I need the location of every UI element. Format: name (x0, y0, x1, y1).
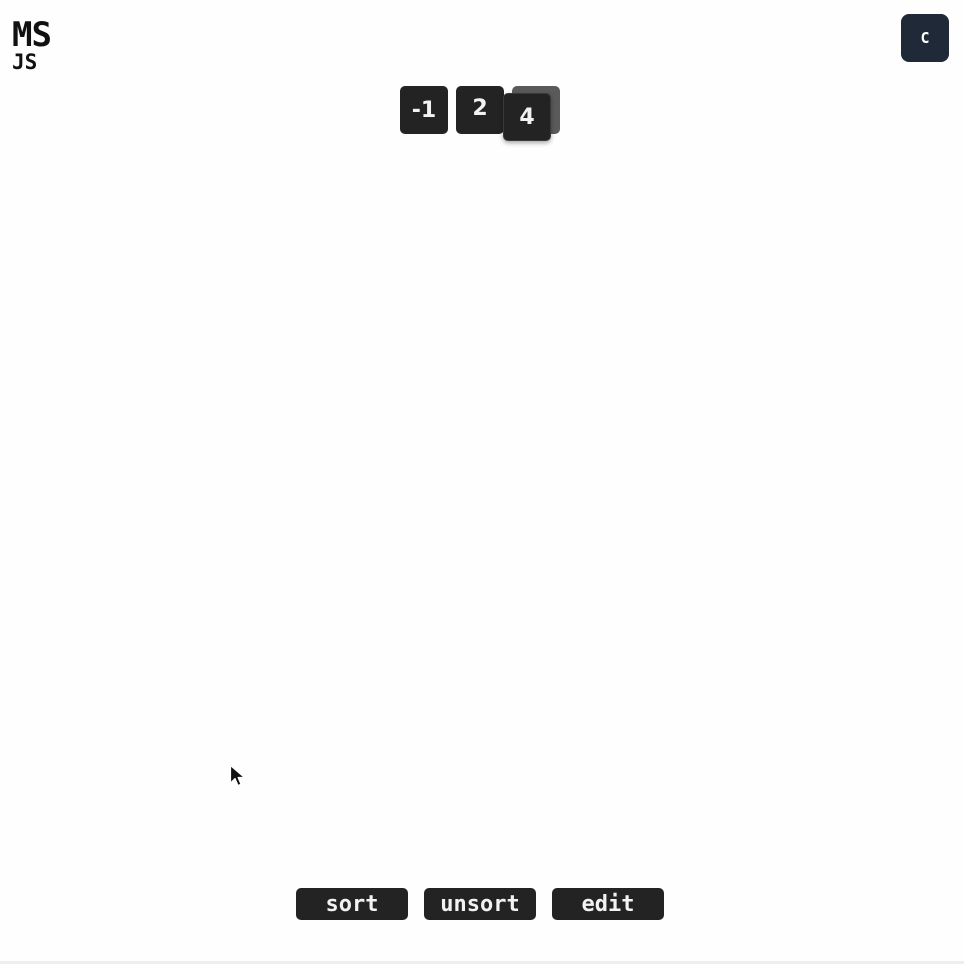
tile-four-dragging[interactable]: 4 (503, 93, 551, 141)
tile-neg-one[interactable]: -1 (400, 86, 448, 134)
unsort-button[interactable]: unsort (424, 888, 536, 920)
edit-button[interactable]: edit (552, 888, 664, 920)
tile-two[interactable]: 2 (456, 86, 504, 134)
app-logo: MS JS (12, 15, 52, 74)
c-button[interactable]: C (901, 14, 949, 62)
logo-line-ms: MS (12, 15, 52, 55)
mouse-pointer-icon (229, 764, 246, 787)
sort-button[interactable]: sort (296, 888, 408, 920)
logo-line-js: JS (12, 50, 38, 74)
